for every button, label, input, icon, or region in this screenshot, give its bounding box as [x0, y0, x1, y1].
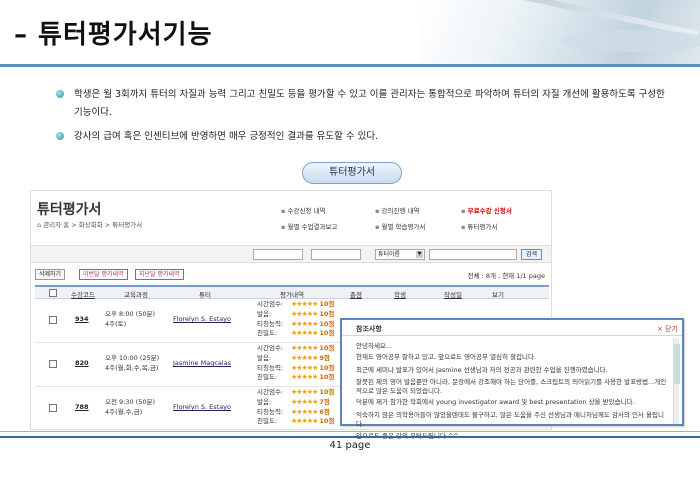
col-date[interactable]: 작성일 [435, 289, 471, 299]
popup-header: 참조사항 × 닫기 [342, 320, 682, 336]
menu-item-monthly-report[interactable]: 월별 수업결과보고 [281, 221, 337, 231]
star-rating-icon: ★★★★★ [291, 363, 318, 372]
slide-header: – 튜터평가서기능 [0, 0, 700, 64]
star-rating-icon: ★★★★★ [291, 353, 318, 362]
bullet-text: 강사의 급여 혹은 인센티브에 반영하면 매우 긍정적인 결과를 유도할 수 있… [74, 131, 379, 142]
star-rating-icon: ★★★★★ [291, 300, 318, 308]
popup-line: 잘못된 제의 영어 발음뿐만 아니라, 문장에서 강조해야 하는 단어를, 스크… [356, 377, 667, 395]
bullet-dot-icon [56, 90, 64, 98]
action-bar: 삭제하기 이번달 평가내역 지난달 평가내역 전체 : 8개 , 현재 1/1 … [35, 269, 549, 281]
star-rating-icon: ★★★★★ [291, 397, 318, 406]
row-tutor-link[interactable]: Florelyn S. Estayo [173, 403, 231, 411]
row-checkbox[interactable] [49, 360, 57, 368]
popup-scrollbar[interactable] [673, 338, 680, 424]
row-checkbox[interactable] [49, 404, 57, 412]
popup-line: 최근에 세미나 발표가 있어서 Jasmine 선생님과 저의 전공과 관련한 … [356, 366, 608, 375]
bullet-item: 강사의 급여 혹은 인센티브에 반영하면 매우 긍정적인 결과를 유도할 수 있… [56, 128, 666, 146]
popup-line: 현재도 영어공부 잘하고 있고, 앞으로도 영어공부 열심히 할겁니다. [356, 353, 537, 362]
bullet-list: 학생은 월 3회까지 튜터의 자질과 능력 그리고 친밀도 등을 평가할 수 있… [56, 86, 666, 152]
row-course: 오후 8:00 (50분) 4주(토) [105, 310, 156, 328]
header-divider [0, 64, 700, 67]
row-code-link[interactable]: 788 [75, 403, 89, 411]
star-rating-icon: ★★★★★ [291, 344, 318, 352]
slide-title: – 튜터평가서기능 [14, 20, 213, 50]
footer-divider [0, 436, 700, 438]
select-all-checkbox[interactable] [49, 289, 57, 297]
end-date-input[interactable] [311, 249, 361, 260]
star-rating-icon: ★★★★★ [291, 373, 318, 382]
row-course: 오후 10:00 (25분) 4주(월,화,수,목,금) [105, 354, 160, 372]
row-code-link[interactable]: 934 [75, 315, 89, 323]
header-decoration-image [420, 0, 700, 64]
col-tutor: 튜터 [199, 291, 211, 299]
menu-item-monthly-eval[interactable]: 월별 학습평가서 [375, 221, 425, 231]
row-course: 오전 9:30 (50분) 4주(월,수,금) [105, 398, 156, 416]
star-rating-icon: ★★★★★ [291, 329, 318, 338]
search-type-select[interactable]: 튜터이름 ▼ [375, 249, 425, 260]
menu-item-free-course[interactable]: 무료수강 신청서 [461, 205, 512, 215]
last-month-button[interactable]: 지난달 평가내역 [135, 269, 184, 280]
bullet-item: 학생은 월 3회까지 튜터의 자질과 능력 그리고 친밀도 등을 평가할 수 있… [56, 86, 666, 122]
col-student[interactable]: 학생 [385, 289, 415, 299]
col-code[interactable]: 수강코드 [65, 289, 101, 299]
row-checkbox[interactable] [49, 316, 57, 324]
page-number: 41 page [329, 440, 371, 451]
this-month-button[interactable]: 이번달 평가내역 [79, 269, 128, 280]
col-total[interactable]: 총점 [341, 289, 371, 299]
scrollbar-thumb[interactable] [674, 344, 680, 384]
reference-popup: 참조사항 × 닫기 안녕하세요... 현재도 영어공부 잘하고 있고, 앞으로도… [340, 318, 684, 440]
row-ratings: 시간엄수: ★★★★★ 10점 발음: ★★★★★ 9점 티칭능력: ★★★★★ 10점 친… [257, 344, 335, 382]
popup-title: 참조사항 [356, 325, 382, 333]
row-ratings: 시간엄수: ★★★★★ 10점 발음: ★★★★★ 10점 티칭능력: ★★★★★ 10점 … [257, 300, 335, 338]
star-rating-icon: ★★★★★ [291, 417, 318, 426]
tutor-eval-pill-button[interactable]: 튜터평가서 [302, 162, 402, 184]
search-input[interactable] [429, 249, 517, 260]
table-header: 수강코드 교육과정 튜터 평가내역 총점 학생 작성일 보기 [35, 285, 549, 299]
star-rating-icon: ★★★★★ [291, 309, 318, 318]
star-rating-icon: ★★★★★ [291, 407, 318, 416]
row-code-link[interactable]: 820 [75, 359, 89, 367]
top-menu: 수강신청 내역 강의진행 내역 무료수강 신청서 월별 수업결과보고 월별 학습… [281, 191, 551, 235]
col-view: 보기 [492, 291, 504, 299]
bullet-dot-icon [56, 132, 64, 140]
menu-item-course-history[interactable]: 수강신청 내역 [281, 205, 325, 215]
filter-bar: 튜터이름 ▼ 검색 [31, 245, 551, 263]
delete-button[interactable]: 삭제하기 [35, 269, 66, 280]
star-rating-icon: ★★★★★ [291, 388, 318, 396]
breadcrumb: ⌂ 관리자 홈 > 화상회화 > 튜터평가서 [37, 221, 143, 229]
search-button[interactable]: 검색 [521, 249, 543, 260]
col-course: 교육과정 [124, 291, 148, 299]
popup-body: 안녕하세요... 현재도 영어공부 잘하고 있고, 앞으로도 영어공부 열심히 … [356, 342, 668, 443]
bullet-text: 학생은 월 3회까지 튜터의 자질과 능력 그리고 친밀도 등을 평가할 수 있… [74, 89, 665, 118]
popup-line: 덕분에 제가 참가한 학회에서 young investigator award… [356, 398, 635, 407]
panel-title: 튜터평가서 [37, 202, 102, 218]
popup-line: 익숙하지 않은 의학용어들이 많았을텐데도 불구하고, 많은 도움을 주신 선생… [356, 411, 664, 429]
chevron-down-icon: ▼ [416, 251, 423, 258]
row-tutor-link[interactable]: Florelyn S. Estayo [173, 315, 231, 323]
menu-item-tutor-eval[interactable]: 튜터평가서 [461, 221, 497, 231]
total-count: 전체 : 8개 , 현재 1/1 page [467, 272, 545, 280]
footer-divider-thin [0, 431, 700, 432]
row-ratings: 시간엄수: ★★★★★ 10점 발음: ★★★★★ 7점 티칭능력: ★★★★★ 6점 친밀… [257, 388, 335, 426]
popup-line: 안녕하세요... [356, 342, 393, 350]
star-rating-icon: ★★★★★ [291, 319, 318, 328]
col-rating: 평가내역 [280, 291, 304, 299]
close-button[interactable]: × 닫기 [657, 324, 678, 334]
menu-item-lecture-history[interactable]: 강의진행 내역 [375, 205, 419, 215]
start-date-input[interactable] [253, 249, 303, 260]
row-tutor-link[interactable]: Jasmine Magcalas [173, 359, 231, 367]
